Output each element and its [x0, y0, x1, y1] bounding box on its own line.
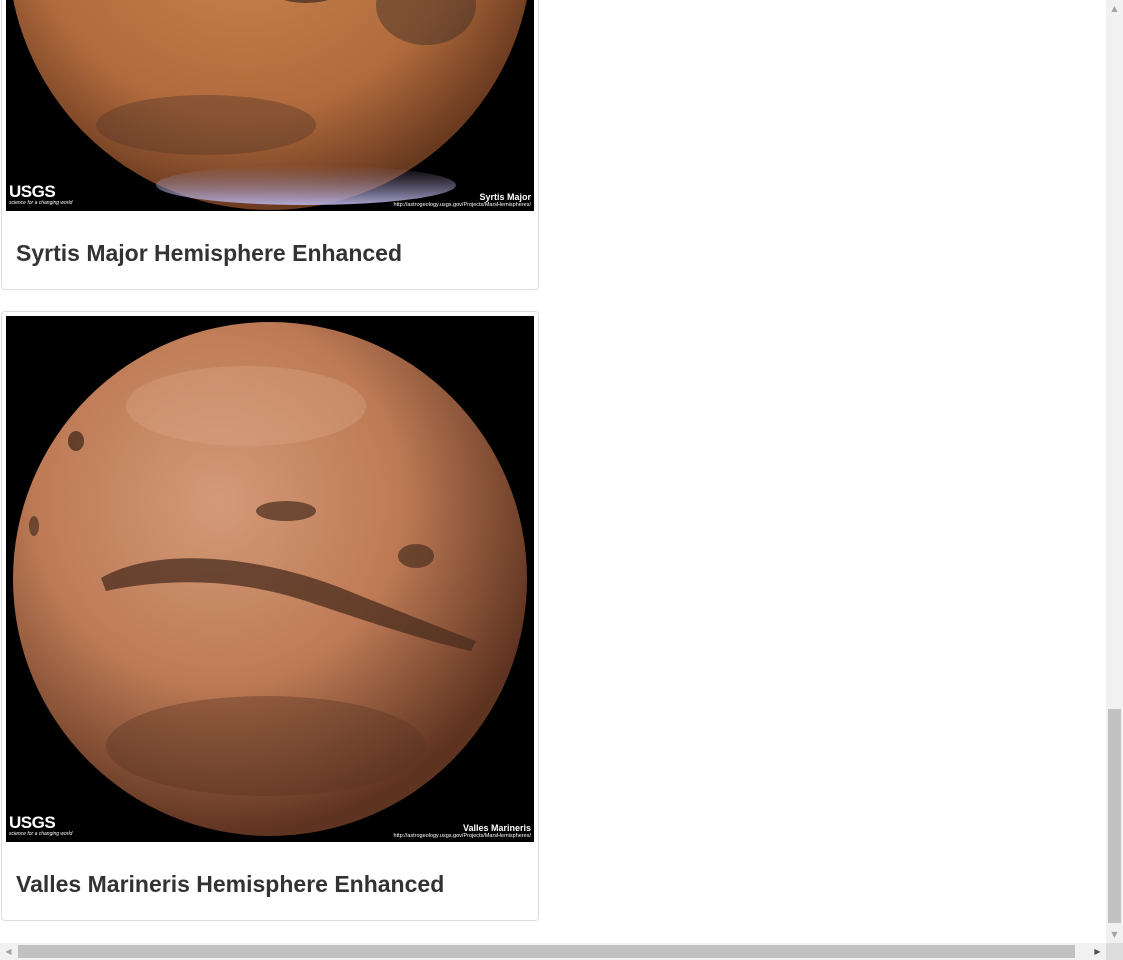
mars-globe-syrtis	[6, 0, 534, 211]
mars-globe-valles	[6, 316, 534, 842]
vertical-scrollbar[interactable]: ▲ ▼	[1106, 0, 1123, 943]
image-caption: Syrtis Major http://astrogeology.usgs.go…	[393, 192, 531, 208]
horizontal-scrollbar-thumb[interactable]	[18, 945, 1075, 958]
hemisphere-title[interactable]: Valles Marineris Hemisphere Enhanced	[16, 871, 444, 898]
triangle-down-icon[interactable]: ▼	[1106, 926, 1123, 943]
usgs-logo: USGS science for a changing world	[9, 182, 73, 206]
vertical-scrollbar-thumb[interactable]	[1108, 709, 1121, 923]
usgs-logo: USGS science for a changing world	[9, 813, 73, 837]
triangle-up-icon[interactable]: ▲	[1106, 0, 1123, 17]
triangle-left-icon[interactable]: ◀	[0, 943, 17, 960]
triangle-right-icon[interactable]: ▶	[1089, 943, 1106, 960]
image-caption: Valles Marineris http://astrogeology.usg…	[393, 823, 531, 839]
hemisphere-image-syrtis-major[interactable]: USGS science for a changing world Syrtis…	[6, 0, 534, 211]
scrollbar-corner	[1106, 943, 1123, 960]
hemisphere-title[interactable]: Syrtis Major Hemisphere Enhanced	[16, 240, 402, 267]
page-viewport: USGS science for a changing world Syrtis…	[0, 0, 1106, 943]
horizontal-scrollbar[interactable]: ◀ ▶	[0, 943, 1106, 960]
hemisphere-card-syrtis-major[interactable]: USGS science for a changing world Syrtis…	[1, 0, 539, 290]
hemisphere-card-valles-marineris[interactable]: USGS science for a changing world Valles…	[1, 311, 539, 921]
hemisphere-image-valles-marineris[interactable]: USGS science for a changing world Valles…	[6, 316, 534, 842]
